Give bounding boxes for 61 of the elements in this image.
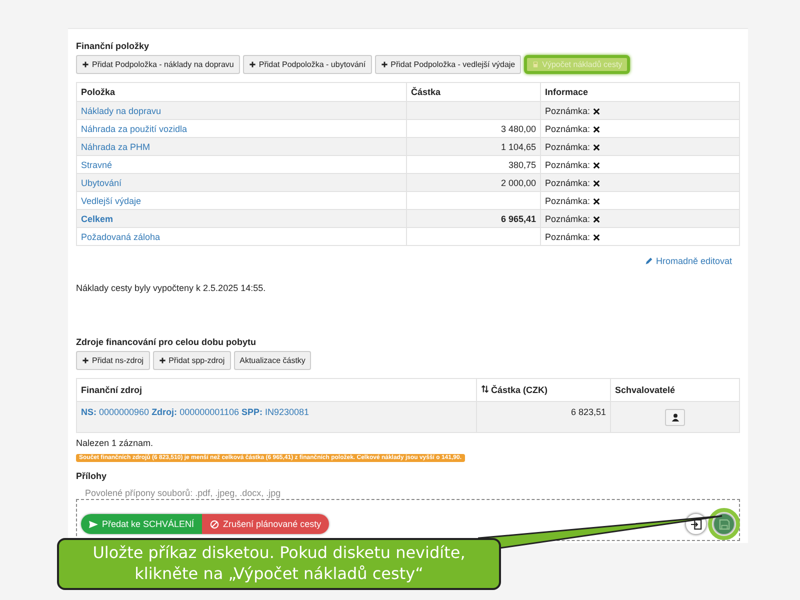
add-button[interactable]: Přidat spp-zdroj (152, 351, 231, 370)
note-label: Poznámka: (545, 106, 590, 116)
add-button[interactable]: Přidat Podpoložka - ubytování (242, 55, 372, 74)
record-count: Nalezen 1 záznam. (76, 438, 154, 448)
prohibited-icon (210, 520, 220, 528)
section-title: Zdroje financování pro celou dobu pobytu (76, 337, 257, 347)
amount-cell: 2 000,00 (406, 174, 540, 192)
plus-icon (82, 61, 89, 68)
close-icon[interactable] (593, 126, 600, 133)
note-label: Poznámka: (545, 232, 590, 242)
plus-icon (248, 61, 256, 68)
funding-source-cell: NS: 0000000960 Zdroj: 000000001106 SPP: IN9230081 (76, 402, 476, 432)
column-header: Částka (406, 82, 540, 102)
update-button[interactable]: Aktualizace částky (234, 351, 312, 370)
sort-icon (481, 385, 489, 393)
close-icon[interactable] (593, 216, 600, 223)
column-header: Položka (76, 82, 406, 102)
sign-in-icon (690, 518, 702, 530)
add-button[interactable]: Přidat ns-zdroj (76, 351, 150, 370)
calculation-note: Náklady cesty byly vypočteny k 2.5.2025 14:55. (76, 283, 267, 293)
bulk-edit-link[interactable]: Hromadně editovat (644, 256, 732, 266)
plus-icon (82, 357, 89, 364)
close-icon[interactable] (593, 180, 600, 187)
item-link[interactable]: Náklady na dopravu (76, 102, 406, 120)
pencil-icon (644, 257, 653, 265)
calculator-icon (532, 61, 540, 68)
item-link[interactable]: Ubytování (76, 174, 406, 192)
note-label: Poznámka: (545, 142, 590, 152)
file-types-hint: Povolené přípony souborů: .pdf, .jpeg, .docx, .jpg (84, 488, 282, 498)
close-icon[interactable] (593, 198, 600, 205)
item-link[interactable]: Celkem (76, 210, 406, 228)
approver-button[interactable] (665, 408, 685, 426)
plus-icon (380, 61, 388, 68)
note-label: Poznámka: (545, 160, 590, 170)
note-label: Poznámka: (545, 178, 590, 188)
close-icon[interactable] (593, 108, 600, 115)
close-icon[interactable] (593, 162, 600, 169)
close-icon[interactable] (593, 144, 600, 151)
section-title: Finanční položky (76, 41, 150, 51)
close-icon[interactable] (593, 234, 600, 241)
add-button[interactable]: Přidat Podpoložka - náklady na dopravu (76, 55, 240, 74)
section-title: Přílohy (76, 471, 108, 481)
submit-button[interactable]: Předat ke SCHVÁLENÍ (81, 514, 202, 534)
plus-icon (158, 357, 166, 364)
send-icon (89, 520, 98, 528)
note-label: Poznámka: (545, 124, 590, 134)
user-icon (670, 412, 680, 422)
note-label: Poznámka: (545, 196, 590, 206)
item-link[interactable]: Požadovaná záloha (76, 228, 406, 246)
item-link[interactable]: Náhrada za PHM (76, 138, 406, 156)
column-header[interactable]: Částka (CZK) (476, 378, 610, 402)
add-button[interactable]: Přidat Podpoložka - vedlejší výdaje (374, 55, 522, 74)
note-label: Poznámka: (545, 214, 590, 224)
column-header: Finanční zdroj (76, 378, 476, 402)
callout: Uložte příkaz disketou. Pokud disketu nevidíte, klikněte na „Výpočet nákladů cesty“ (57, 538, 501, 590)
amount-cell: 6 823,51 (476, 402, 610, 432)
amount-cell: 6 965,41 (406, 210, 540, 228)
cancel-button[interactable]: Zrušení plánované cesty (202, 514, 330, 534)
column-header: Informace (540, 82, 740, 102)
column-header: Schvalovatelé (610, 378, 740, 402)
amount-cell: 1 104,65 (406, 138, 540, 156)
